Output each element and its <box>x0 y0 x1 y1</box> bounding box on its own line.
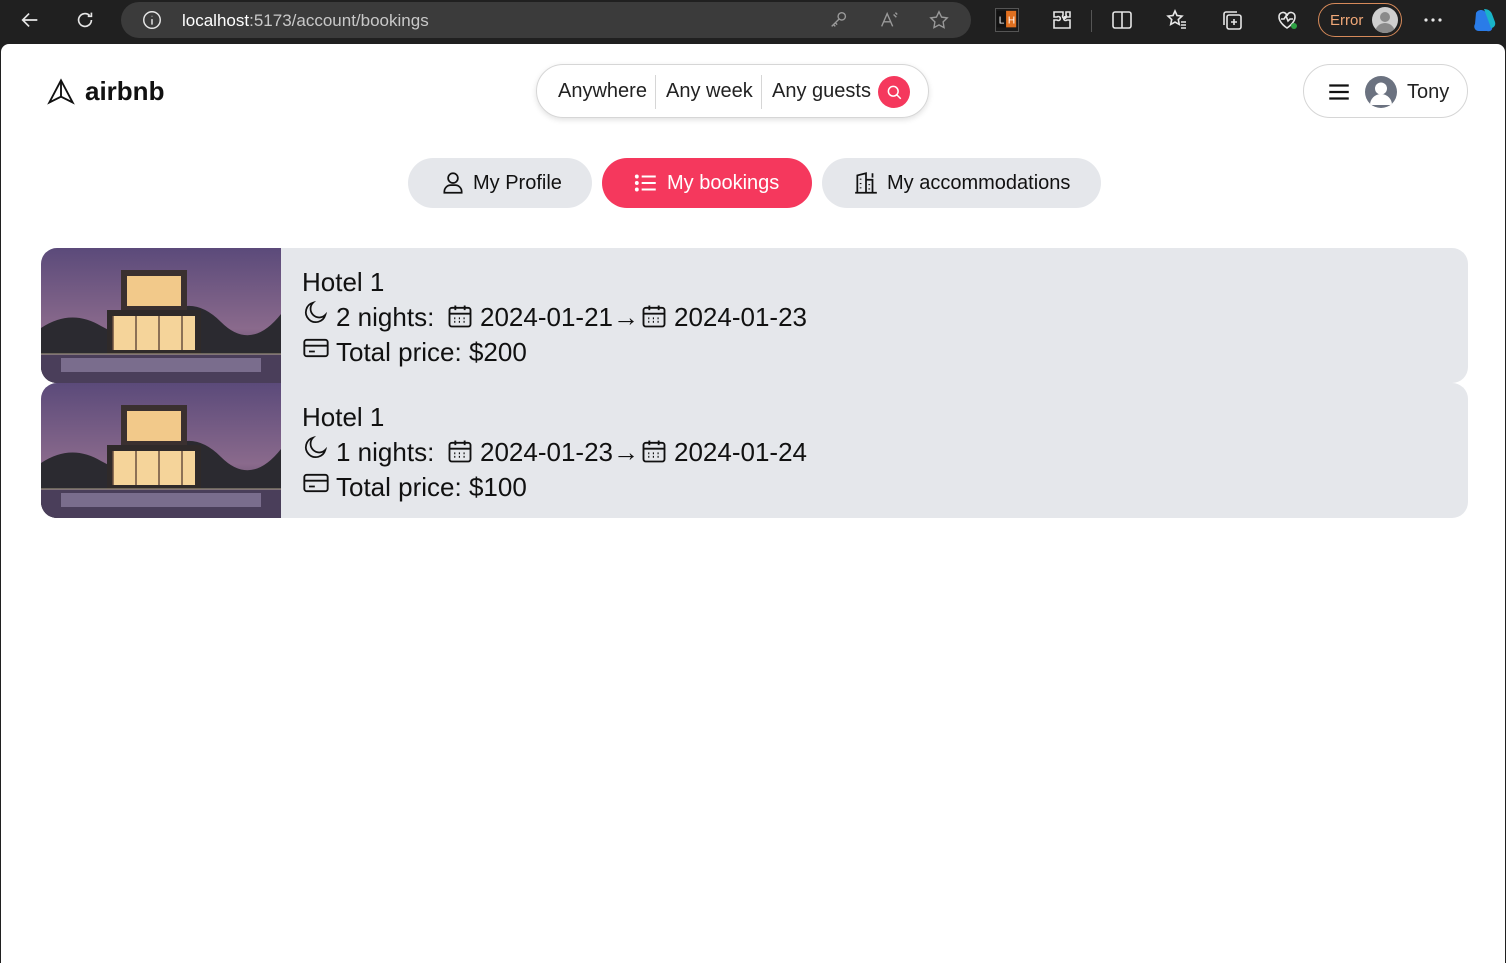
lighthouse-extension-icon[interactable]: LH <box>995 8 1019 32</box>
tab-label: My bookings <box>667 172 780 194</box>
booking-price-row: Total price: $100 <box>302 472 902 502</box>
back-icon[interactable] <box>12 2 48 38</box>
read-aloud-icon[interactable] <box>878 9 900 31</box>
search-divider <box>655 75 656 109</box>
booking-price: Total price: $100 <box>336 472 527 502</box>
user-avatar-icon <box>1365 76 1397 108</box>
hotel-thumbnail-image <box>41 248 281 383</box>
hotel-thumbnail-image <box>41 383 281 518</box>
favorite-star-icon[interactable] <box>928 9 950 31</box>
toolbar-divider <box>1091 10 1092 32</box>
address-bar[interactable]: localhost:5173/account/bookings <box>121 2 971 38</box>
search-anywhere[interactable]: Anywhere <box>558 80 647 103</box>
page-viewport: airbnb Anywhere Any week Any guests Tony… <box>1 44 1505 963</box>
profile-status-text: Error <box>1330 12 1364 29</box>
user-menu-button[interactable]: Tony <box>1303 64 1468 118</box>
key-icon[interactable] <box>828 9 850 31</box>
tab-my-profile[interactable]: My Profile <box>408 158 592 208</box>
calendar-icon <box>642 440 666 463</box>
booking-price-row: Total price: $200 <box>302 337 902 367</box>
url-text: localhost:5173/account/bookings <box>182 11 429 30</box>
tab-label: My accommodations <box>887 172 1071 194</box>
calendar-icon <box>448 305 472 328</box>
browser-essentials-icon[interactable] <box>1275 8 1299 32</box>
profile-error-button[interactable]: Error <box>1318 3 1402 37</box>
booking-price: Total price: $200 <box>336 337 527 367</box>
booking-title: Hotel 1 <box>302 267 385 297</box>
building-icon <box>855 172 877 194</box>
booking-nights: 1 nights: <box>336 437 435 467</box>
date-arrow: → <box>613 302 639 332</box>
booking-nights: 2 nights: <box>336 302 435 332</box>
booking-check-out: 2024-01-23 <box>674 302 807 332</box>
search-icon <box>887 85 902 100</box>
logo[interactable]: airbnb <box>47 76 164 107</box>
svg-text:L: L <box>999 16 1005 27</box>
booking-dates-row: 2 nights: 2024-01-21 → 2024-01-23 <box>302 300 1202 332</box>
logo-triangle-icon <box>47 77 75 105</box>
tab-label: My Profile <box>473 172 562 194</box>
search-any-week[interactable]: Any week <box>666 80 753 103</box>
calendar-icon <box>448 440 472 463</box>
booking-card[interactable]: Hotel 1 2 nights: 2024-01-21 → 2024-01-2… <box>41 248 1468 383</box>
booking-check-out: 2024-01-24 <box>674 437 807 467</box>
copilot-icon[interactable] <box>1470 5 1500 35</box>
site-info-icon[interactable] <box>141 9 163 31</box>
booking-card[interactable]: Hotel 1 1 nights: 2024-01-23 → 2024-01-2… <box>41 383 1468 518</box>
moon-icon <box>305 300 328 323</box>
credit-card-icon <box>303 473 329 493</box>
credit-card-icon <box>303 338 329 358</box>
tab-my-accommodations[interactable]: My accommodations <box>822 158 1101 208</box>
split-screen-icon[interactable] <box>1110 8 1134 32</box>
search-button[interactable] <box>878 76 910 108</box>
booking-dates-row: 1 nights: 2024-01-23 → 2024-01-24 <box>302 435 1202 467</box>
calendar-icon <box>642 305 666 328</box>
search-any-guests[interactable]: Any guests <box>772 80 871 103</box>
extensions-puzzle-icon[interactable] <box>1050 8 1074 32</box>
hamburger-menu-icon <box>1329 84 1349 100</box>
refresh-icon[interactable] <box>67 2 103 38</box>
booking-check-in: 2024-01-23 <box>480 437 613 467</box>
search-divider <box>761 75 762 109</box>
favorites-icon[interactable] <box>1165 8 1189 32</box>
moon-icon <box>305 435 328 458</box>
profile-avatar-icon <box>1372 7 1398 33</box>
search-bar[interactable]: Anywhere Any week Any guests <box>536 64 929 118</box>
user-icon <box>443 172 463 194</box>
date-arrow: → <box>613 437 639 467</box>
more-options-icon[interactable] <box>1421 8 1445 32</box>
booking-title: Hotel 1 <box>302 402 385 432</box>
booking-check-in: 2024-01-21 <box>480 302 613 332</box>
tab-my-bookings[interactable]: My bookings <box>602 158 812 208</box>
list-icon <box>634 174 656 192</box>
logo-text: airbnb <box>85 76 165 106</box>
user-name: Tony <box>1407 81 1450 103</box>
svg-text:H: H <box>1008 16 1015 27</box>
collections-icon[interactable] <box>1220 8 1244 32</box>
browser-chrome: localhost:5173/account/bookings LH Error <box>0 0 1506 44</box>
